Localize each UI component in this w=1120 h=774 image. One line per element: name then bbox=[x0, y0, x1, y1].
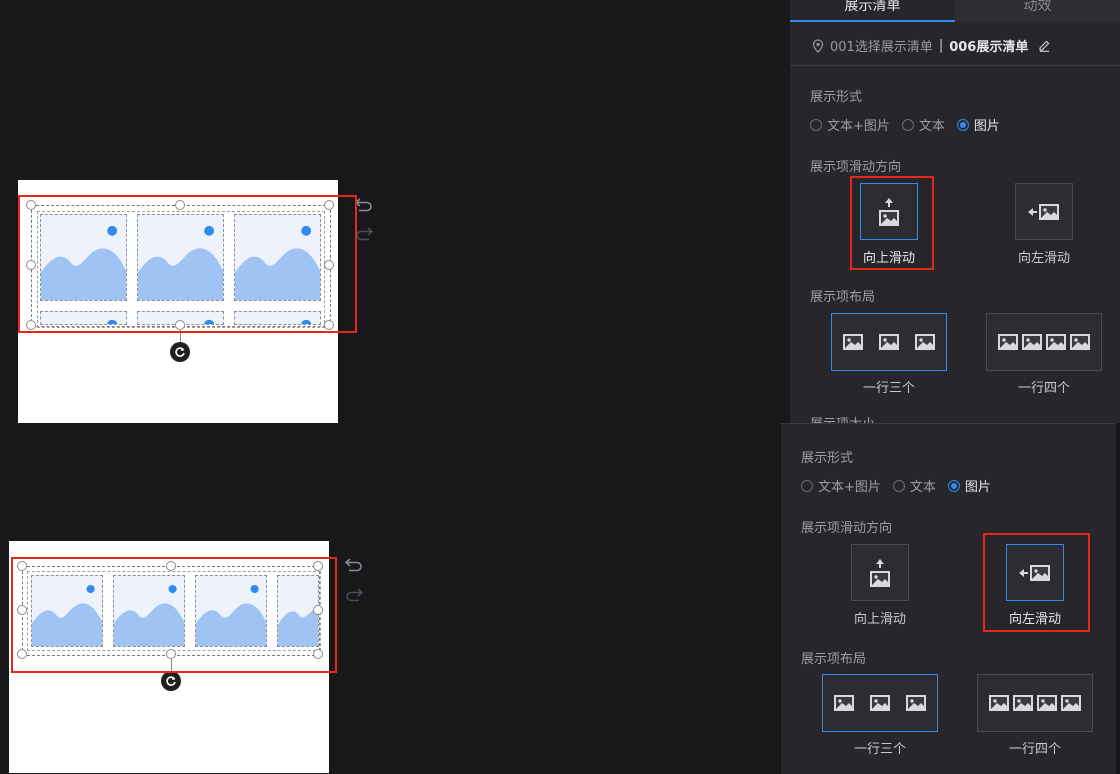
breadcrumb-current: 006展示清单 bbox=[949, 40, 1029, 55]
rotate-icon[interactable] bbox=[161, 671, 181, 691]
three-per-row-icon bbox=[843, 334, 935, 350]
option-four-per-row[interactable] bbox=[986, 313, 1102, 371]
radio-image[interactable]: 图片 bbox=[956, 115, 1000, 134]
location-pin-icon bbox=[812, 38, 824, 53]
highlight-box bbox=[11, 557, 337, 673]
option-scroll-up-label: 向上滑动 bbox=[853, 612, 906, 627]
properties-panel-top: 展示清单 动效 001选择展示清单 | 006展示清单 展示形式 文本+图片 文… bbox=[790, 0, 1120, 423]
highlight-box bbox=[983, 533, 1090, 632]
three-per-row-icon bbox=[834, 695, 926, 711]
tab-display-list[interactable]: 展示清单 bbox=[790, 0, 955, 22]
option-three-per-row-label: 一行三个 bbox=[853, 742, 906, 757]
option-three-per-row-label: 一行三个 bbox=[862, 381, 915, 396]
section-title-display-form: 展示形式 bbox=[810, 90, 863, 105]
undo-icon[interactable] bbox=[344, 556, 364, 572]
redo-icon[interactable] bbox=[344, 586, 364, 602]
scroll-up-image-icon bbox=[870, 558, 890, 587]
radio-text-image[interactable]: 文本+图片 bbox=[810, 115, 890, 134]
radio-text[interactable]: 文本 bbox=[901, 115, 945, 134]
option-scroll-left[interactable] bbox=[1015, 183, 1073, 240]
option-three-per-row[interactable] bbox=[831, 313, 947, 371]
rotate-icon[interactable] bbox=[170, 342, 190, 362]
section-title-scroll-direction: 展示项滑动方向 bbox=[801, 521, 893, 536]
redo-icon[interactable] bbox=[354, 225, 374, 241]
radio-image[interactable]: 图片 bbox=[947, 476, 991, 495]
radio-text[interactable]: 文本 bbox=[892, 476, 936, 495]
option-four-per-row[interactable] bbox=[977, 674, 1093, 732]
panel-tabs: 展示清单 动效 bbox=[790, 0, 1120, 22]
four-per-row-icon bbox=[998, 334, 1090, 350]
option-scroll-left-label: 向左滑动 bbox=[1017, 251, 1070, 266]
scroll-left-image-icon bbox=[1028, 203, 1059, 220]
section-title-layout: 展示项布局 bbox=[801, 652, 867, 667]
section-title-item-size: 展示项大小 bbox=[810, 416, 875, 423]
properties-panel-bottom: 展示形式 文本+图片 文本 图片 展示项滑动方向 向上滑动 向左滑动 展示项布局… bbox=[781, 423, 1116, 774]
breadcrumb-separator: | bbox=[938, 38, 944, 53]
divider bbox=[790, 65, 1120, 66]
breadcrumb-step[interactable]: 001选择展示清单 bbox=[830, 36, 933, 55]
radio-text-image[interactable]: 文本+图片 bbox=[801, 476, 881, 495]
highlight-box bbox=[850, 176, 934, 270]
highlight-box bbox=[18, 195, 357, 333]
option-scroll-up[interactable] bbox=[851, 544, 909, 601]
section-title-scroll-direction: 展示项滑动方向 bbox=[810, 160, 902, 175]
section-title-display-form: 展示形式 bbox=[801, 451, 854, 466]
option-four-per-row-label: 一行四个 bbox=[1017, 381, 1070, 396]
section-title-layout: 展示项布局 bbox=[810, 290, 876, 305]
tab-animation[interactable]: 动效 bbox=[955, 0, 1120, 22]
four-per-row-icon bbox=[989, 695, 1081, 711]
option-four-per-row-label: 一行四个 bbox=[1008, 742, 1061, 757]
radio-group-display-form: 文本+图片 文本 图片 bbox=[810, 115, 1012, 134]
radio-group-display-form: 文本+图片 文本 图片 bbox=[801, 476, 1003, 495]
pencil-icon[interactable] bbox=[1038, 39, 1051, 52]
breadcrumb: 001选择展示清单 | 006展示清单 bbox=[812, 36, 1051, 55]
undo-icon[interactable] bbox=[354, 196, 374, 212]
option-three-per-row[interactable] bbox=[822, 674, 938, 732]
